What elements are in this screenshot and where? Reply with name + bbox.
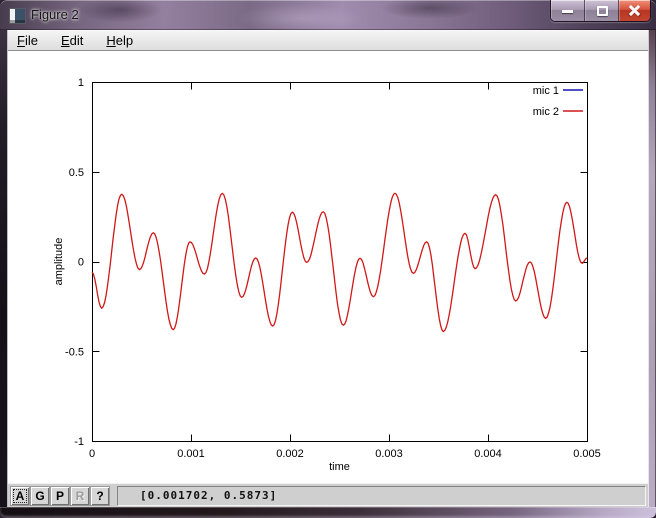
y-tick-label: 0 <box>78 257 84 269</box>
legend: mic 1 mic 2 <box>533 85 583 118</box>
axis-tick-labels: 0 0.001 0.002 0.003 0.004 0.005 1 0.5 0 -0.5 -1 tim… <box>53 77 601 473</box>
x-tick-label: 0.001 <box>177 448 205 460</box>
waveform-plot[interactable]: 0 0.001 0.002 0.003 0.004 0.005 1 0.5 0 -0.5 -1 tim… <box>8 51 648 483</box>
series-mic-2 <box>91 192 588 333</box>
toolbar-button-autoscale[interactable]: A <box>11 486 29 505</box>
legend-label: mic 2 <box>533 106 559 118</box>
plot-frame <box>92 82 588 442</box>
x-tick-label: 0.004 <box>474 448 502 460</box>
y-tick-label: -0.5 <box>65 346 84 358</box>
maximize-button[interactable] <box>585 0 619 21</box>
window-border-bottom <box>0 507 656 518</box>
menubar: File Edit Help <box>8 30 648 51</box>
window-title: Figure 2 <box>31 7 79 22</box>
axes <box>92 82 588 442</box>
legend-label: mic 1 <box>533 85 559 97</box>
y-tick-label: 1 <box>78 77 84 89</box>
x-tick-label: 0.003 <box>375 448 403 460</box>
close-icon <box>628 4 641 17</box>
y-tick-label: -1 <box>74 436 84 448</box>
close-button[interactable] <box>619 0 650 21</box>
caption-button-group <box>550 0 651 22</box>
toolbar-button-grid[interactable]: G <box>31 486 49 505</box>
plot-canvas[interactable]: 0 0.001 0.002 0.003 0.004 0.005 1 0.5 0 -0.5 -1 tim… <box>8 51 648 483</box>
figure-window: Figure 2 File Edit Help 0 0.001 0.002 0.003… <box>0 0 656 518</box>
toolbar-button-pan[interactable]: P <box>51 486 69 505</box>
x-tick-label: 0.002 <box>276 448 304 460</box>
y-tick-label: 0.5 <box>69 167 84 179</box>
window-content: File Edit Help 0 0.001 0.002 0.003 0.004 0.00… <box>8 30 648 507</box>
menu-file[interactable]: File <box>10 32 45 49</box>
bottom-toolbar: A G P R ? [0.001702, 0.5873] <box>8 483 648 507</box>
cursor-coordinates-readout: [0.001702, 0.5873] <box>117 485 646 506</box>
toolbar-button-rotate[interactable]: R <box>71 486 89 505</box>
window-border-right <box>648 30 656 507</box>
minimize-icon <box>562 10 573 13</box>
y-axis-label: amplitude <box>53 238 65 286</box>
x-axis-label: time <box>329 461 350 473</box>
menu-help[interactable]: Help <box>99 32 140 49</box>
x-tick-label: 0 <box>89 448 95 460</box>
x-tick-label: 0.005 <box>573 448 601 460</box>
menu-edit[interactable]: Edit <box>54 32 90 49</box>
titlebar[interactable]: Figure 2 <box>0 0 656 30</box>
maximize-icon <box>597 6 608 16</box>
toolbar-button-help[interactable]: ? <box>91 486 109 505</box>
figure-app-icon <box>9 8 26 24</box>
window-border-left <box>0 30 8 507</box>
minimize-button[interactable] <box>551 0 585 21</box>
